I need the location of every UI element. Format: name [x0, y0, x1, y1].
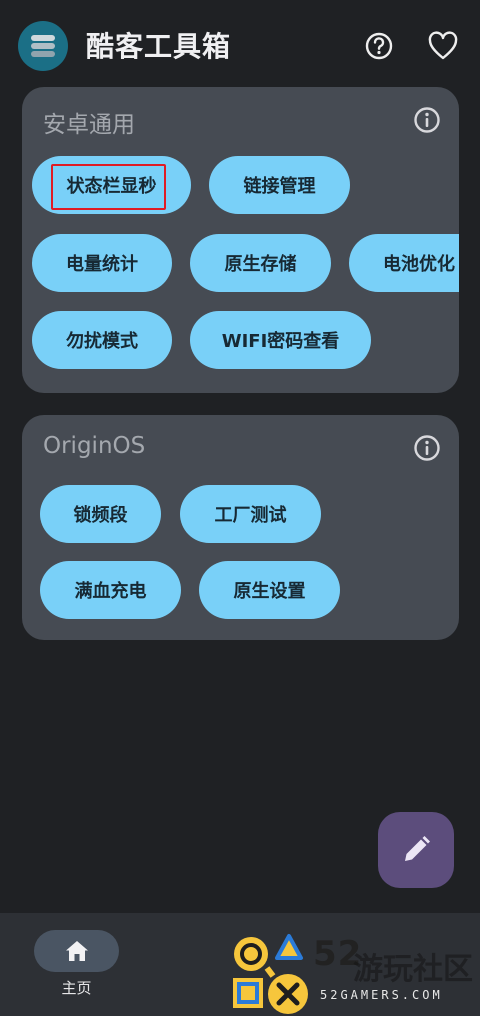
- section-title: OriginOS: [43, 433, 146, 459]
- screen: 酷客工具箱 安卓通用 状态栏显秒 链接管理 电量统计 原生存储 电池优化 勿扰模…: [0, 0, 480, 1016]
- watermark-text: 游玩社区: [353, 952, 473, 987]
- native-storage-button[interactable]: 原生存储: [190, 234, 331, 292]
- originos-card: OriginOS 锁频段 工厂测试 满血充电 原生设置: [22, 415, 459, 640]
- pencil-icon: [405, 836, 430, 861]
- factory-test-button[interactable]: 工厂测试: [180, 485, 321, 543]
- app-title: 酷客工具箱: [86, 30, 232, 63]
- full-charge-button[interactable]: 满血充电: [40, 561, 181, 619]
- top-app-bar: 酷客工具箱: [0, 0, 480, 90]
- android-general-card: 安卓通用 状态栏显秒 链接管理 电量统计 原生存储 电池优化 勿扰模式 WIFI…: [22, 87, 459, 393]
- nav-home-label: 主页: [61, 979, 92, 997]
- band-lock-button[interactable]: 锁频段: [40, 485, 161, 543]
- edit-fab-button[interactable]: [378, 812, 454, 888]
- heart-outline-icon[interactable]: [427, 31, 459, 61]
- section-title: 安卓通用: [43, 112, 135, 138]
- watermark-site: 52GAMERS.COM: [320, 988, 443, 1002]
- native-settings-button[interactable]: 原生设置: [199, 561, 340, 619]
- info-circle-icon[interactable]: [413, 106, 441, 134]
- nav-home-button[interactable]: [34, 930, 119, 972]
- wifi-password-button[interactable]: WIFI密码查看: [190, 311, 371, 369]
- battery-stats-button[interactable]: 电量统计: [32, 234, 172, 292]
- stacked-layers-icon: [18, 21, 68, 71]
- battery-optimization-button[interactable]: 电池优化: [349, 234, 459, 292]
- home-icon: [65, 941, 88, 961]
- help-circle-icon[interactable]: [363, 30, 395, 62]
- link-management-button[interactable]: 链接管理: [209, 156, 350, 214]
- highlight-box: [51, 164, 166, 210]
- do-not-disturb-button[interactable]: 勿扰模式: [32, 311, 172, 369]
- info-circle-icon[interactable]: [413, 434, 441, 462]
